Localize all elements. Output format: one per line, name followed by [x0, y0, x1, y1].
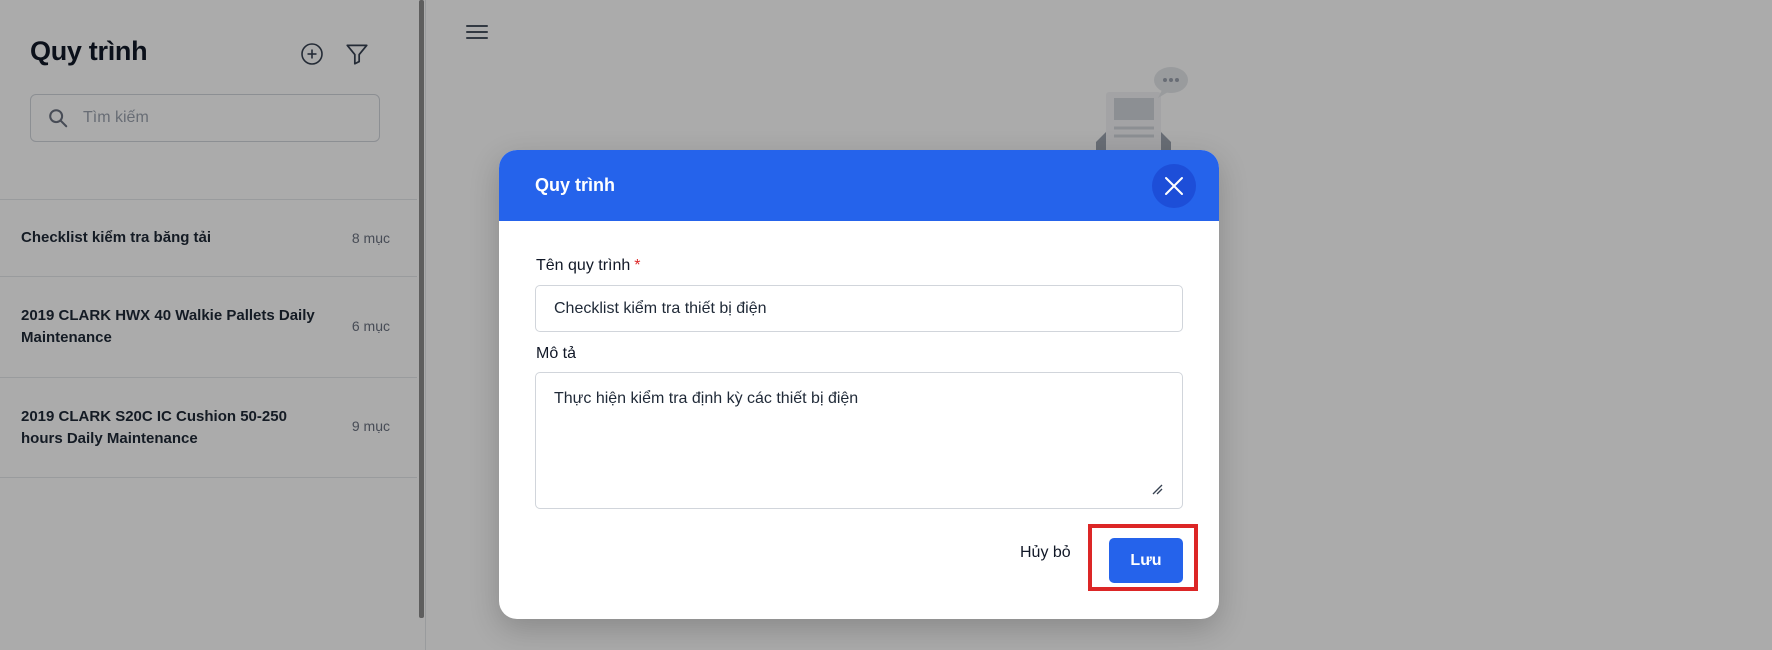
highlight-annotation [1088, 524, 1198, 591]
dialog-title: Quy trình [535, 175, 615, 195]
resize-grip-icon[interactable] [1151, 483, 1163, 495]
cancel-button[interactable]: Hủy bỏ [1020, 536, 1071, 570]
process-name-label-text: Tên quy trình [536, 257, 631, 274]
description-textarea[interactable]: Thực hiện kiểm tra định kỳ các thiết bị … [535, 372, 1183, 509]
process-name-input[interactable] [535, 285, 1183, 332]
process-name-label: Tên quy trình * [536, 257, 641, 275]
close-button[interactable] [1152, 164, 1196, 208]
close-icon [1165, 177, 1183, 195]
description-label: Mô tả [536, 345, 577, 362]
dialog-header: Quy trình [499, 150, 1219, 221]
required-mark: * [634, 257, 641, 274]
